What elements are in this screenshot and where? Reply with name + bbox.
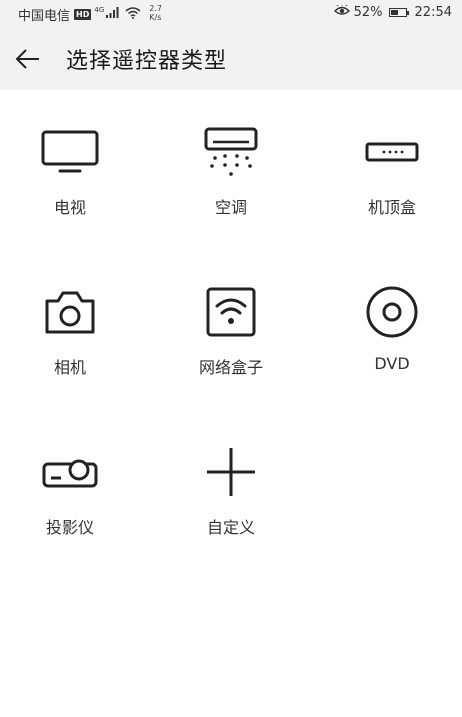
device-label: 投影仪 xyxy=(45,518,94,537)
hd-badge: HD xyxy=(74,9,92,20)
net-speed: 2.7 K/s xyxy=(149,4,162,22)
status-bar-right: 52% 22:54 xyxy=(332,4,452,20)
device-label: 电视 xyxy=(53,198,86,217)
page-title: 选择遥控器类型 xyxy=(66,49,228,74)
tv-icon xyxy=(40,122,100,182)
device-tile-projector[interactable]: 投影仪 xyxy=(0,410,140,537)
arrow-left-icon xyxy=(15,49,39,69)
network-type-label: 4G xyxy=(94,5,105,14)
clock: 22:54 xyxy=(414,5,452,20)
carrier-name: 中国电信 xyxy=(18,9,71,24)
net-speed-value: 2.7 xyxy=(149,3,162,13)
device-tile-camera[interactable]: 相机 xyxy=(0,250,140,377)
back-button[interactable] xyxy=(14,46,42,72)
status-bar-left: 中国电信 HD 4G 2.7 K/s xyxy=(18,4,162,25)
device-tile-network-box[interactable]: 网络盒子 xyxy=(161,250,301,377)
app-bar: 选择遥控器类型 xyxy=(0,28,462,90)
network-box-icon xyxy=(201,282,261,342)
device-label: 相机 xyxy=(53,358,86,377)
projector-icon xyxy=(40,442,100,502)
device-tile-tv[interactable]: 电视 xyxy=(0,90,140,217)
net-speed-unit: K/s xyxy=(149,12,162,22)
device-tile-custom[interactable]: 自定义 xyxy=(161,410,301,537)
camera-icon xyxy=(40,282,100,342)
battery-percent: 52% xyxy=(353,5,383,20)
eye-comfort-icon xyxy=(333,4,350,20)
device-label: 空调 xyxy=(214,198,247,217)
device-tile-air-conditioner[interactable]: 空调 xyxy=(161,90,301,217)
device-label: DVD xyxy=(374,354,410,373)
set-top-box-icon xyxy=(362,122,422,182)
device-label: 机顶盒 xyxy=(367,198,416,217)
battery-icon xyxy=(388,8,409,17)
plus-icon xyxy=(201,442,261,502)
device-label: 自定义 xyxy=(206,518,255,537)
device-tile-set-top-box[interactable]: 机顶盒 xyxy=(322,90,462,217)
device-label: 网络盒子 xyxy=(198,358,263,377)
wifi-icon xyxy=(125,6,141,23)
dvd-icon xyxy=(362,282,422,342)
status-bar: 中国电信 HD 4G 2.7 K/s 52% 22:54 xyxy=(0,0,462,28)
signal-icon xyxy=(106,7,120,22)
air-conditioner-icon xyxy=(201,122,261,182)
device-tile-dvd[interactable]: DVD xyxy=(322,250,462,373)
battery-fill xyxy=(390,10,398,15)
